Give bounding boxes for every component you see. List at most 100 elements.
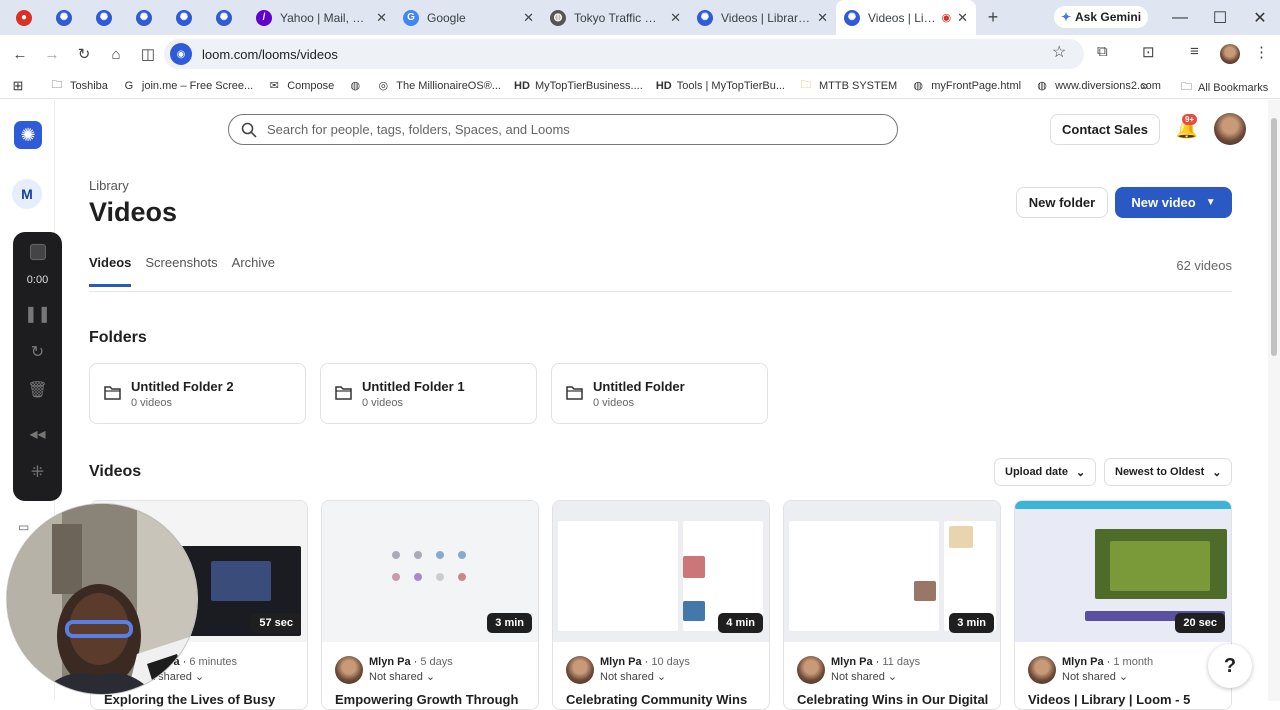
close-window-icon[interactable]: ✕: [1240, 0, 1280, 35]
browser-tab[interactable]: / Yahoo | Mail, Weat ✕: [248, 0, 395, 35]
bookmark-item[interactable]: ◍: [348, 79, 362, 93]
share-status[interactable]: Not shared ⌄: [1062, 670, 1128, 683]
author-name[interactable]: Mlyn Pa: [369, 656, 411, 668]
author-name[interactable]: Mlyn Pa: [1062, 656, 1104, 668]
chevron-down-icon[interactable]: ▼: [1206, 197, 1216, 208]
browser-tab[interactable]: ✺: [208, 0, 248, 35]
ask-gemini-button[interactable]: ✦ Ask Gemini: [1054, 6, 1148, 28]
stop-record-button[interactable]: [13, 244, 62, 260]
share-status[interactable]: Not shared ⌄: [831, 670, 897, 683]
new-tab-button[interactable]: +: [976, 0, 1010, 35]
close-tab-icon[interactable]: ✕: [670, 10, 681, 26]
pause-icon[interactable]: ❚❚: [13, 304, 62, 324]
tab-search-icon[interactable]: ⊡: [1142, 43, 1155, 61]
maximize-icon[interactable]: ☐: [1200, 0, 1240, 35]
help-button[interactable]: ?: [1208, 644, 1252, 688]
close-tab-icon[interactable]: ✕: [523, 10, 534, 26]
browser-tab[interactable]: ◍ Tokyo Traffic Video ✕: [542, 0, 689, 35]
video-card[interactable]: 3 min Mlyn Pa · 11 days Not shared ⌄ Celebr…: [783, 500, 1001, 710]
author-avatar[interactable]: [566, 656, 594, 684]
bookmark-item[interactable]: HD MyTopTierBusiness....: [514, 79, 643, 93]
video-thumbnail[interactable]: 20 sec: [1015, 501, 1231, 642]
sort-field-dropdown[interactable]: Upload date ⌄: [994, 458, 1097, 486]
browser-tab[interactable]: ✺ Videos | Library | L ✕: [689, 0, 836, 35]
share-status[interactable]: Not shared ⌄: [600, 670, 666, 683]
browser-tab[interactable]: G Google ✕: [395, 0, 542, 35]
user-avatar[interactable]: [1214, 113, 1246, 145]
forward-icon[interactable]: →: [37, 39, 67, 69]
video-title[interactable]: Exploring the Lives of Busy: [104, 692, 275, 707]
drag-handle-icon[interactable]: ⁜: [13, 462, 62, 482]
browser-tab[interactable]: ✺: [128, 0, 168, 35]
side-panel-icon[interactable]: ◫: [133, 39, 163, 69]
address-bar[interactable]: ◉ loom.com/looms/videos: [164, 39, 1084, 69]
new-folder-button[interactable]: New folder: [1016, 187, 1108, 218]
author-avatar[interactable]: [335, 656, 363, 684]
close-tab-icon[interactable]: ✕: [376, 10, 387, 26]
contact-sales-button[interactable]: Contact Sales: [1050, 114, 1160, 145]
browser-menu-icon[interactable]: ⋮: [1254, 43, 1269, 61]
minimize-icon[interactable]: —: [1160, 0, 1200, 35]
browser-tab[interactable]: ✺: [88, 0, 128, 35]
folder-card[interactable]: Untitled Folder 1 0 videos: [320, 363, 537, 424]
rewind-icon[interactable]: ◂◂: [13, 424, 62, 444]
notifications-bell-icon[interactable]: 🔔 9+: [1176, 114, 1198, 140]
video-thumbnail[interactable]: 3 min: [784, 501, 1000, 642]
webcam-bubble[interactable]: [6, 503, 198, 695]
video-thumbnail[interactable]: 3 min: [322, 501, 538, 642]
browser-tab[interactable]: ✺: [168, 0, 208, 35]
extensions-icon[interactable]: ⧉: [1097, 43, 1108, 60]
loom-logo-icon[interactable]: ✺: [14, 121, 42, 149]
tab-screenshots[interactable]: Screenshots: [145, 255, 217, 287]
workspace-avatar[interactable]: M: [12, 179, 42, 209]
scrollbar-thumb[interactable]: [1271, 118, 1277, 356]
bookmark-item[interactable]: ✉ Compose: [267, 79, 335, 93]
profile-avatar[interactable]: [1220, 44, 1240, 64]
video-card[interactable]: 20 sec Mlyn Pa · 1 month Not shared ⌄ Video…: [1014, 500, 1232, 710]
bookmark-star-icon[interactable]: ☆: [1052, 42, 1066, 62]
breadcrumb[interactable]: Library: [89, 178, 129, 193]
bookmark-item[interactable]: HD Tools | MyTopTierBu...: [656, 79, 785, 93]
author-avatar[interactable]: [1028, 656, 1056, 684]
bookmark-item[interactable]: 🗀 MTTB SYSTEM: [799, 79, 898, 93]
close-tab-icon[interactable]: ✕: [817, 10, 828, 26]
tab-archive[interactable]: Archive: [232, 255, 275, 287]
apps-grid-icon[interactable]: ⊞: [2, 78, 34, 94]
close-tab-icon[interactable]: ✕: [957, 10, 968, 26]
share-status[interactable]: Not shared ⌄: [369, 670, 435, 683]
author-avatar[interactable]: [797, 656, 825, 684]
bookmark-item[interactable]: Gjoin.me – Free Scree...: [122, 79, 254, 93]
restart-icon[interactable]: ↻: [13, 342, 62, 362]
video-title[interactable]: Empowering Growth Through: [335, 692, 518, 707]
video-thumbnail[interactable]: 4 min: [553, 501, 769, 642]
author-name[interactable]: Mlyn Pa: [831, 656, 873, 668]
search-bar[interactable]: [228, 114, 898, 145]
folder-card[interactable]: Untitled Folder 0 videos: [551, 363, 768, 424]
sidebar-item-icon[interactable]: ▭: [18, 520, 29, 534]
media-control-icon[interactable]: ≡: [1190, 43, 1199, 60]
browser-tab[interactable]: ✺ Videos | Librar ◉ ✕: [836, 0, 976, 35]
site-info-icon[interactable]: ◉: [170, 43, 192, 65]
new-video-button[interactable]: New video ▼: [1115, 187, 1232, 218]
video-title[interactable]: Videos | Library | Loom - 5: [1028, 692, 1190, 707]
video-title[interactable]: Celebrating Community Wins: [566, 692, 747, 707]
folder-card[interactable]: Untitled Folder 2 0 videos: [89, 363, 306, 424]
delete-icon[interactable]: 🗑: [13, 380, 62, 400]
video-card[interactable]: 4 min Mlyn Pa · 10 days Not shared ⌄ Celebr…: [552, 500, 770, 710]
bookmark-item[interactable]: ◍ myFrontPage.html: [911, 79, 1021, 93]
browser-tab[interactable]: ●: [8, 0, 48, 35]
browser-tab[interactable]: ✺: [48, 0, 88, 35]
bookmark-item[interactable]: ◎ The MillionaireOS®...: [376, 79, 501, 93]
video-card[interactable]: 3 min Mlyn Pa · 5 days Not shared ⌄ Empower…: [321, 500, 539, 710]
all-bookmarks-button[interactable]: 🗀 All Bookmarks: [1181, 78, 1268, 97]
home-icon[interactable]: ⌂: [101, 39, 131, 69]
video-title[interactable]: Celebrating Wins in Our Digital: [797, 692, 988, 707]
sort-order-dropdown[interactable]: Newest to Oldest ⌄: [1104, 458, 1233, 486]
tab-videos[interactable]: Videos: [89, 255, 132, 287]
back-icon[interactable]: ←: [5, 39, 35, 69]
more-bookmarks-button[interactable]: »: [1141, 78, 1148, 93]
page-scrollbar[interactable]: [1268, 100, 1280, 701]
search-input[interactable]: [267, 122, 867, 137]
reload-icon[interactable]: ↻: [69, 39, 99, 69]
author-name[interactable]: Mlyn Pa: [600, 656, 642, 668]
